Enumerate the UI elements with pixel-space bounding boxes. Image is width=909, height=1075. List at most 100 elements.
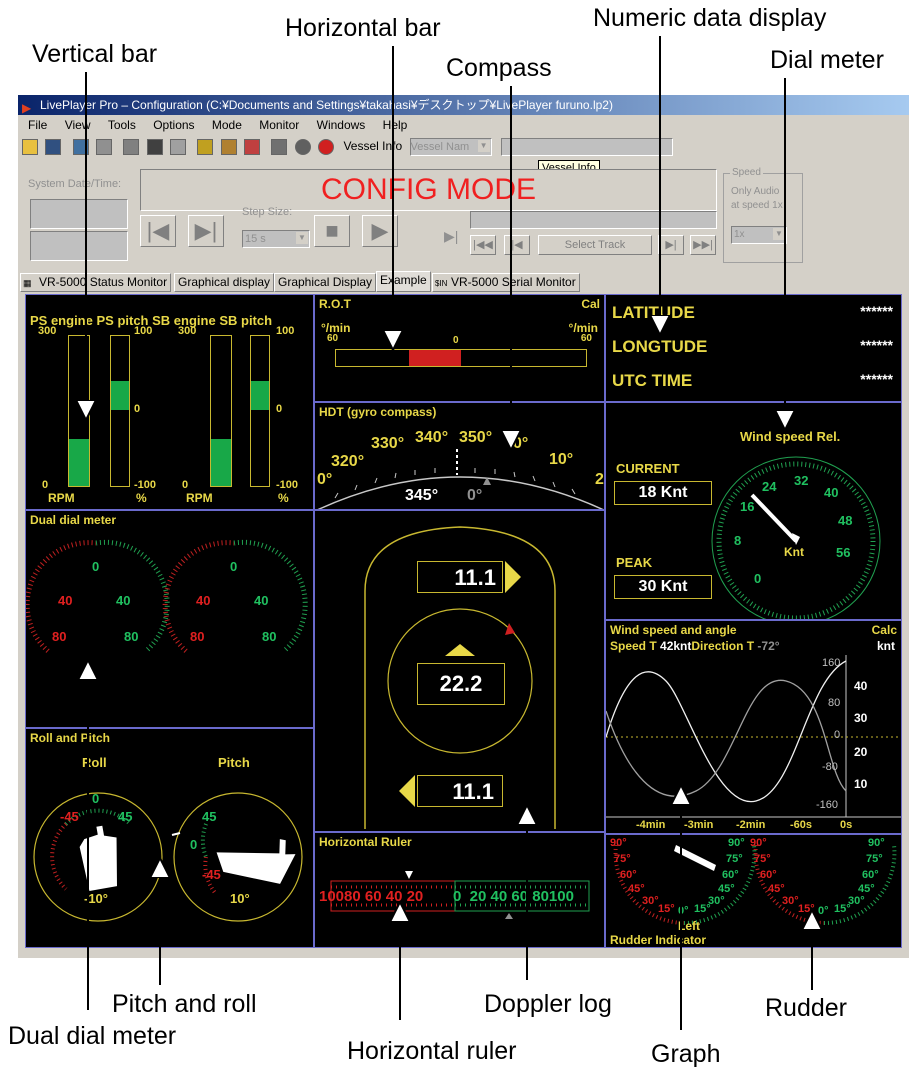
rudder2-scale-45-left: 45° (768, 883, 785, 895)
close-circle-icon[interactable] (318, 138, 335, 155)
rudder2-scale-30-right: 30° (848, 895, 865, 907)
menu-windows[interactable]: Windows (317, 118, 366, 132)
wind-dial-panel: Wind speed Rel. CURRENT 18 Knt PEAK 30 K… (605, 402, 902, 620)
gauge-icon[interactable] (294, 138, 311, 155)
label-rudder: Rudder (765, 994, 847, 1022)
skip-forward-button[interactable]: ▶| (188, 215, 224, 247)
system-date-group: System Date/Time: (22, 164, 128, 264)
chevron-down-icon[interactable]: ▼ (296, 232, 308, 244)
label-pitch-and-roll: Pitch and roll (112, 990, 257, 1018)
menu-monitor[interactable]: Monitor (259, 118, 299, 132)
menu-view[interactable]: View (65, 118, 91, 132)
system-date-label: System Date/Time: (28, 178, 122, 190)
vessel-name-value: Vessel Nam (410, 140, 470, 153)
step-size-select[interactable]: 15 s ▼ (242, 230, 310, 248)
speed-group: Speed Only Audio at speed 1x 1x ▼ (723, 167, 803, 263)
rudder-scale-45-right: 45° (718, 883, 735, 895)
graph-plot (606, 655, 901, 818)
last-track-button[interactable]: ▶▶| (690, 235, 716, 255)
prev-track-button[interactable]: |◀ (504, 235, 530, 255)
roll-pos-45: 45 (118, 809, 133, 824)
tab-label: VR-5000 Serial Monitor (451, 275, 576, 289)
chart-icon[interactable] (197, 138, 214, 155)
utc-time-value: ****** (860, 371, 893, 387)
step-icon[interactable]: ▶| (444, 228, 458, 245)
menu-help[interactable]: Help (383, 118, 408, 132)
sb-pitch-label: SB pitch (219, 313, 273, 328)
right-axis-20: 20 (854, 745, 868, 759)
network-icon[interactable] (96, 138, 113, 155)
select-track-button[interactable]: Select Track (538, 235, 652, 255)
chevron-down-icon[interactable]: ▼ (477, 139, 490, 152)
dial2-red-40: 40 (196, 593, 211, 608)
rudder-scale-60-left: 60° (620, 869, 637, 881)
next-track-button[interactable]: ▶| (658, 235, 684, 255)
rudder2-scale-60-right: 60° (862, 869, 879, 881)
tab-graphical-display-2[interactable]: Graphical Display (274, 273, 377, 292)
scale-16: 16 (740, 499, 755, 514)
right-axis-40: 40 (854, 679, 868, 693)
menu-file[interactable]: File (28, 118, 47, 132)
menu-mode[interactable]: Mode (212, 118, 242, 132)
vessel-info-field[interactable] (500, 137, 673, 156)
label-doppler-log: Doppler log (484, 990, 612, 1018)
open-folder-icon[interactable] (22, 138, 38, 155)
stop-icon[interactable] (146, 138, 163, 155)
tab-serial-monitor[interactable]: $IN VR-5000 Serial Monitor (432, 273, 580, 292)
first-track-button[interactable]: |◀◀ (470, 235, 496, 255)
tab-graphical-display-1[interactable]: Graphical display (174, 273, 275, 292)
ruler-red-scale: 10080 60 40 20 (319, 888, 424, 905)
compass-tick-340: 340° (415, 429, 449, 446)
label-dual-dial-meter: Dual dial meter (8, 1022, 177, 1050)
rudder-needle (674, 845, 716, 871)
tab-status-monitor[interactable]: ▦ VR-5000 Status Monitor (20, 273, 172, 292)
right-arrow-icon (505, 561, 521, 593)
doppler-bottom-value: 11.1 (417, 775, 503, 807)
numeric-panel: LATITUDE ****** LONGTUDE ****** UTC TIME… (605, 294, 902, 402)
rudder2-scale-75-left: 75° (754, 853, 771, 865)
rpm-top: 300 (178, 325, 197, 337)
label-compass: Compass (446, 54, 552, 82)
pitch-top: 100 (276, 325, 295, 337)
config-mode-text: CONFIG MODE (321, 173, 536, 206)
app-window: ▶ LivePlayer Pro – Configuration (C:¥Doc… (18, 95, 909, 958)
pitch-ship-icon (216, 839, 296, 884)
latitude-value: ****** (860, 303, 893, 319)
up-arrow-icon (445, 644, 475, 656)
play-button[interactable]: ▶ (362, 215, 398, 247)
speed-note-2: at speed 1x (731, 200, 783, 211)
monitor-icon[interactable] (72, 138, 89, 155)
rot-calc: Cal (581, 297, 600, 311)
roll-ship-icon (79, 825, 117, 891)
menu-tools[interactable]: Tools (108, 118, 136, 132)
rpm-unit: RPM (186, 491, 213, 505)
wrench-icon[interactable] (244, 138, 261, 155)
chevron-down-icon[interactable]: ▼ (773, 228, 785, 240)
tools-icon[interactable] (220, 138, 237, 155)
rudder-scale-30-left: 30° (642, 895, 659, 907)
vessel-name-select[interactable]: Vessel Nam ▼ (409, 137, 492, 156)
speed-label: Speed (730, 167, 763, 178)
speaker-icon[interactable] (170, 138, 187, 155)
dial2-red-80: 80 (190, 629, 205, 644)
save-icon[interactable] (45, 138, 62, 155)
settings-icon[interactable] (123, 138, 140, 155)
speed-select[interactable]: 1x ▼ (731, 226, 787, 244)
x-axis-60s: -60s (790, 819, 813, 831)
rot-title: R.O.T (319, 297, 351, 311)
list-icon[interactable] (271, 138, 288, 155)
rot-fill (409, 350, 461, 366)
menu-options[interactable]: Options (153, 118, 194, 132)
rudder-title: Rudder Indicator (610, 933, 707, 947)
stop-button[interactable]: ■ (314, 215, 350, 247)
latitude-label: LATITUDE (612, 303, 695, 322)
longitude-value: ****** (860, 337, 893, 353)
dial1-green-80: 80 (124, 629, 139, 644)
scale-40: 40 (824, 485, 839, 500)
step-size-value: 15 s (245, 233, 266, 245)
sb-pitch-bar (250, 335, 270, 487)
ruler-pointer-icon (405, 871, 413, 879)
ruler-green-scale: 0 20 40 60 80100 (453, 888, 574, 905)
tab-example[interactable]: Example (376, 271, 431, 292)
skip-back-button[interactable]: |◀ (140, 215, 176, 247)
